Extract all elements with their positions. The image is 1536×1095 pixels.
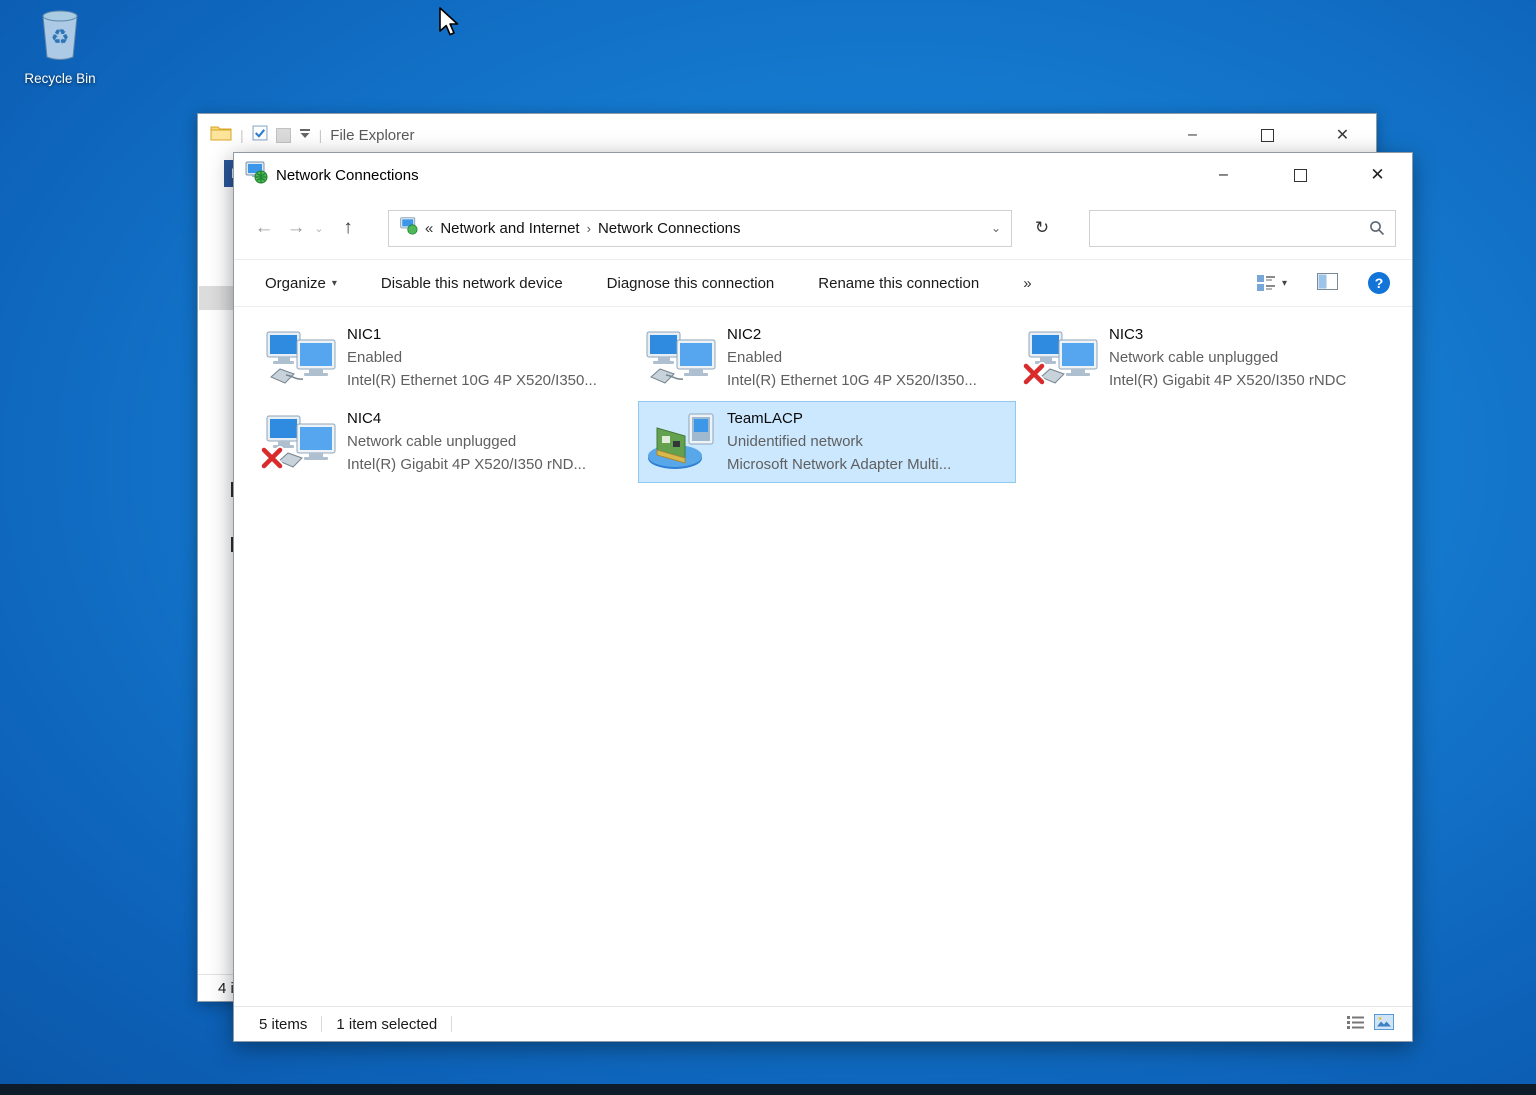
breadcrumb-network-connections[interactable]: Network Connections xyxy=(598,220,741,237)
connection-status: Unidentified network xyxy=(727,430,951,453)
connection-device: Intel(R) Gigabit 4P X520/I350 rNDC xyxy=(1109,369,1346,392)
network-adapter-icon xyxy=(645,328,717,388)
connection-device: Microsoft Network Adapter Multi... xyxy=(727,453,951,476)
back-button[interactable]: ← xyxy=(248,211,280,245)
more-commands-button[interactable]: » xyxy=(1023,275,1031,292)
folder-icon xyxy=(210,124,232,146)
chevron-down-icon: ▾ xyxy=(1282,278,1287,289)
organize-label: Organize xyxy=(265,275,326,292)
change-view-button[interactable]: ▾ xyxy=(1256,274,1287,292)
diagnose-connection-button[interactable]: Diagnose this connection xyxy=(607,275,775,292)
maximize-icon xyxy=(1261,129,1274,142)
connection-name: NIC2 xyxy=(727,324,977,346)
status-divider xyxy=(451,1016,452,1032)
connection-device: Intel(R) Ethernet 10G 4P X520/I350... xyxy=(727,369,977,392)
nc-close-button[interactable]: ✕ xyxy=(1343,153,1412,197)
connection-name: NIC3 xyxy=(1109,324,1346,346)
preview-pane-button[interactable] xyxy=(1317,273,1338,294)
connection-status: Enabled xyxy=(347,346,597,369)
nc-minimize-button[interactable]: – xyxy=(1189,153,1258,197)
taskbar[interactable] xyxy=(0,1084,1536,1095)
fe-minimize-button[interactable]: – xyxy=(1159,114,1226,156)
recycle-bin-label: Recycle Bin xyxy=(10,71,110,86)
network-connections-app-icon xyxy=(244,161,268,189)
selected-count: 1 item selected xyxy=(336,1016,437,1033)
connection-status: Enabled xyxy=(727,346,977,369)
team-adapter-icon xyxy=(645,412,717,472)
network-connections-window: Network Connections – ✕ ← → ⌄ ↑ « Ne xyxy=(233,152,1413,1042)
titlebar-separator: | xyxy=(240,127,244,143)
file-explorer-title: File Explorer xyxy=(330,127,414,144)
nc-maximize-button[interactable] xyxy=(1266,153,1335,197)
mouse-cursor xyxy=(436,6,460,43)
connection-name: NIC4 xyxy=(347,408,586,430)
address-dropdown-chevron[interactable]: ⌄ xyxy=(991,221,1001,235)
status-bar: 5 items 1 item selected xyxy=(234,1006,1412,1041)
connection-status: Network cable unplugged xyxy=(347,430,586,453)
address-bar[interactable]: « Network and Internet › Network Connect… xyxy=(388,210,1012,247)
nc-titlebar[interactable]: Network Connections – ✕ xyxy=(234,153,1412,197)
fe-close-button[interactable]: ✕ xyxy=(1309,114,1376,156)
connection-item-nic4[interactable]: NIC4 Network cable unplugged Intel(R) Gi… xyxy=(258,401,636,483)
connection-name: NIC1 xyxy=(347,324,597,346)
preview-pane-icon xyxy=(1317,273,1338,290)
breadcrumb-network-and-internet[interactable]: Network and Internet xyxy=(440,220,579,237)
recycle-bin[interactable]: ♻ Recycle Bin xyxy=(10,8,110,86)
view-options-icon xyxy=(1256,274,1276,292)
quick-access-check-icon[interactable] xyxy=(252,125,268,146)
maximize-icon xyxy=(1294,169,1307,182)
file-explorer-titlebar[interactable]: | | File Explorer – ✕ xyxy=(198,114,1376,156)
command-toolbar: Organize ▾ Disable this network device D… xyxy=(234,260,1412,307)
quick-access-blank-icon[interactable] xyxy=(276,128,291,143)
window-title: Network Connections xyxy=(276,167,419,184)
disable-device-button[interactable]: Disable this network device xyxy=(381,275,563,292)
connection-device: Intel(R) Ethernet 10G 4P X520/I350... xyxy=(347,369,597,392)
quick-access-dropdown-icon[interactable] xyxy=(299,126,311,144)
address-location-icon xyxy=(399,217,418,239)
network-adapter-unplugged-icon xyxy=(1027,328,1099,388)
chevron-down-icon: ▾ xyxy=(332,278,337,289)
up-button[interactable]: ↑ xyxy=(332,211,364,245)
connection-item-nic2[interactable]: NIC2 Enabled Intel(R) Ethernet 10G 4P X5… xyxy=(638,317,1016,399)
navigation-bar: ← → ⌄ ↑ « Network and Internet › Network… xyxy=(234,197,1412,260)
breadcrumb-separator[interactable]: › xyxy=(587,221,591,236)
organize-button[interactable]: Organize ▾ xyxy=(265,275,337,292)
rename-connection-button[interactable]: Rename this connection xyxy=(818,275,979,292)
recent-pages-chevron[interactable]: ⌄ xyxy=(312,222,326,235)
large-icons-view-toggle[interactable] xyxy=(1374,1014,1394,1034)
connection-name: TeamLACP xyxy=(727,408,951,430)
connections-list: NIC1 Enabled Intel(R) Ethernet 10G 4P X5… xyxy=(234,307,1412,1006)
titlebar-separator: | xyxy=(319,127,323,143)
red-x-unplugged-icon xyxy=(1022,362,1046,391)
recycle-bin-icon: ♻ xyxy=(36,49,84,66)
search-icon[interactable] xyxy=(1369,220,1385,236)
connection-status: Network cable unplugged xyxy=(1109,346,1346,369)
fe-maximize-button[interactable] xyxy=(1234,114,1301,156)
refresh-button[interactable]: ↻ xyxy=(1022,210,1062,246)
network-adapter-icon xyxy=(265,328,337,388)
connection-device: Intel(R) Gigabit 4P X520/I350 rND... xyxy=(347,453,586,476)
desktop-background: ♻ Recycle Bin | xyxy=(0,0,1536,1095)
connection-item-teamlacp[interactable]: TeamLACP Unidentified network Microsoft … xyxy=(638,401,1016,483)
network-adapter-unplugged-icon xyxy=(265,412,337,472)
connection-item-nic3[interactable]: NIC3 Network cable unplugged Intel(R) Gi… xyxy=(1020,317,1410,399)
forward-button[interactable]: → xyxy=(280,211,312,245)
svg-text:♻: ♻ xyxy=(51,25,70,49)
breadcrumb-prefix: « xyxy=(425,220,433,237)
search-box[interactable] xyxy=(1089,210,1396,247)
help-button[interactable]: ? xyxy=(1368,272,1390,294)
red-x-unplugged-icon xyxy=(260,446,284,475)
status-divider xyxy=(321,1016,322,1032)
connection-item-nic1[interactable]: NIC1 Enabled Intel(R) Ethernet 10G 4P X5… xyxy=(258,317,636,399)
items-count: 5 items xyxy=(259,1016,307,1033)
details-view-toggle[interactable] xyxy=(1347,1015,1364,1034)
search-input[interactable] xyxy=(1100,219,1369,237)
